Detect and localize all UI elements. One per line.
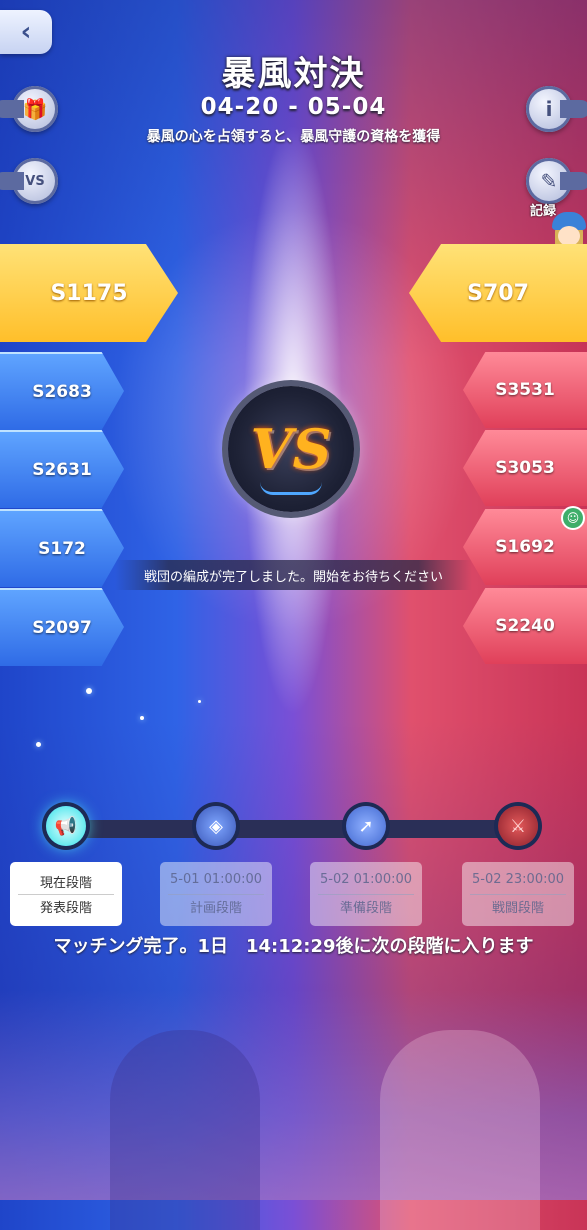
phase-card-line2: 発表段階	[39, 901, 92, 916]
clipboard-icon: ✎	[540, 169, 558, 193]
phase-card-battle: 5-02 23:00:00 戦闘段階	[462, 862, 574, 926]
left-server[interactable]: S172	[0, 509, 124, 587]
left-leader-server[interactable]: S1175	[0, 244, 178, 342]
phase-card-prepare: 5-02 01:00:00 準備段階	[310, 862, 422, 926]
phase-card-line2: 戦闘段階	[491, 901, 544, 916]
record-button[interactable]: ✎	[526, 158, 587, 204]
vs-text: VS	[250, 417, 332, 481]
sparkle	[86, 688, 92, 694]
friend-icon[interactable]: ☺	[563, 508, 583, 528]
event-subtitle: 暴風の心を占領すると、暴風守護の資格を獲得	[146, 129, 441, 145]
phase-card-line1: 5-02 01:00:00	[319, 872, 413, 887]
phase-node-planning[interactable]: ◈	[196, 806, 236, 846]
vs-arc	[260, 482, 322, 495]
phase-card-line1: 5-02 23:00:00	[471, 872, 565, 887]
sparkle	[36, 742, 41, 747]
left-server[interactable]: S2631	[0, 430, 124, 508]
status-text: 戦団の編成が完了しました。開始をお待ちください	[143, 569, 443, 585]
page-title: 暴風対決	[221, 54, 366, 94]
vs-emblem: VS	[228, 386, 354, 512]
grid-icon: ◈	[209, 815, 223, 837]
phase-card-line2: 計画段階	[189, 901, 242, 916]
phase-countdown-notice: マッチング完了。1日 14:12:29後に次の段階に入ります	[53, 936, 534, 957]
character-left-silhouette	[110, 1030, 260, 1230]
right-server[interactable]: S3531	[463, 352, 587, 428]
vs-card-button[interactable]: VS	[0, 158, 58, 204]
phase-node-prepare[interactable]: ➚	[346, 806, 386, 846]
left-server[interactable]: S2097	[0, 588, 124, 666]
vs-card-icon: VS	[25, 173, 45, 189]
phase-card-line1: 5-01 01:00:00	[169, 872, 263, 887]
phase-card-planning: 5-01 01:00:00 計画段階	[160, 862, 272, 926]
chevron-left-icon: ‹	[20, 17, 32, 47]
status-banner: 戦団の編成が完了しました。開始をお待ちください	[115, 560, 472, 590]
event-dates: 04-20 - 05-04	[200, 94, 387, 120]
phase-timeline-bar	[60, 820, 530, 838]
crossed-swords-icon: ⚔	[509, 815, 527, 837]
phase-card-line1: 現在段階	[39, 876, 92, 891]
sparkle	[198, 700, 201, 703]
phase-card-current: 現在段階 発表段階	[10, 862, 122, 926]
phase-node-battle[interactable]: ⚔	[498, 806, 538, 846]
rocket-icon: ➚	[358, 815, 374, 837]
right-server[interactable]: S2240	[463, 588, 587, 664]
right-leader-server[interactable]: S707	[409, 244, 587, 342]
left-server[interactable]: S2683	[0, 352, 124, 430]
megaphone-icon: 📢	[54, 815, 78, 837]
phase-node-announce[interactable]: 📢	[46, 806, 86, 846]
sparkle	[140, 716, 144, 720]
character-right-silhouette	[380, 1030, 540, 1230]
character-artwork	[0, 990, 587, 1230]
right-server[interactable]: S3053	[463, 430, 587, 506]
phase-card-line2: 準備段階	[339, 901, 392, 916]
